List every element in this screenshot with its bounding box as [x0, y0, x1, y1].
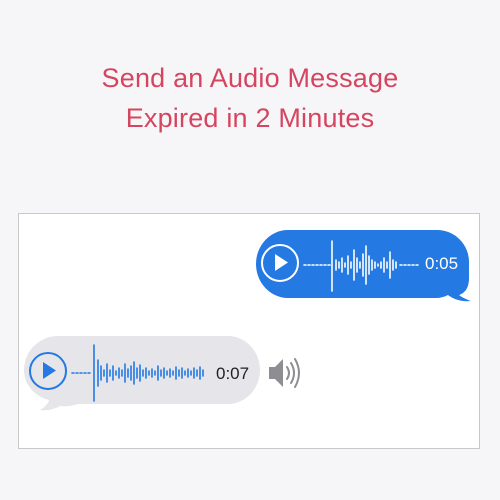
- speaker-icon[interactable]: [266, 353, 302, 393]
- heading-line-2: Expired in 2 Minutes: [125, 103, 375, 133]
- sent-waveform: [303, 240, 419, 292]
- received-play-button[interactable]: [29, 352, 67, 390]
- heading-line-1: Send an Audio Message: [101, 63, 399, 93]
- sent-audio-message[interactable]: 0:05: [254, 228, 471, 302]
- received-duration: 0:07: [216, 364, 250, 383]
- sent-play-button[interactable]: [261, 244, 299, 282]
- received-waveform: [71, 344, 204, 402]
- sent-duration: 0:05: [425, 254, 459, 273]
- received-audio-message[interactable]: 0:07: [22, 334, 260, 412]
- play-icon: [43, 362, 56, 379]
- page-heading: Send an Audio Message Expired in 2 Minut…: [0, 58, 500, 138]
- play-icon: [275, 254, 288, 271]
